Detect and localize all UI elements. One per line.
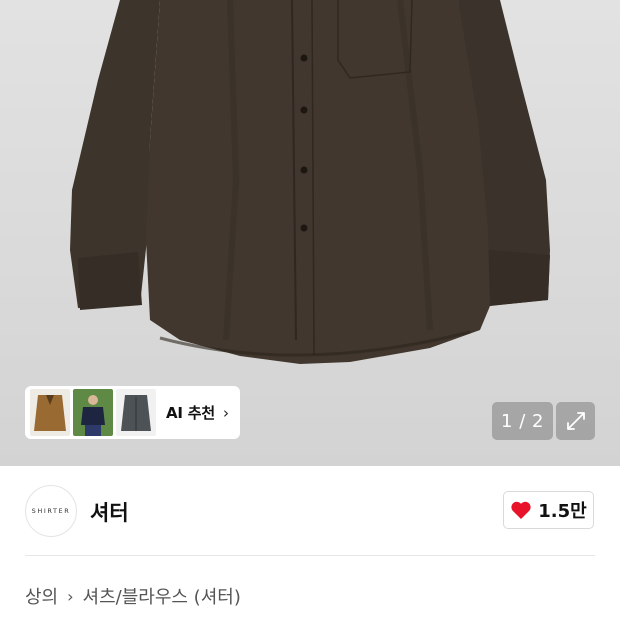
recommend-thumbnail-shirt[interactable] (116, 389, 156, 436)
like-count: 1.5만 (538, 501, 587, 522)
chevron-right-icon: › (67, 586, 74, 606)
brand-row: SHIRTER 셔터 1.5만 (0, 466, 620, 556)
brand-name[interactable]: 셔터 (90, 497, 129, 527)
heart-icon (511, 501, 531, 519)
like-button[interactable]: 1.5만 (503, 491, 594, 529)
recommend-thumbnail-model[interactable] (73, 389, 113, 436)
recommend-thumbnail-jacket[interactable] (30, 389, 70, 436)
chevron-right-icon: › (223, 403, 230, 422)
expand-button[interactable] (556, 402, 595, 440)
product-image-gallery[interactable]: AI 추천 › 1 / 2 (0, 0, 620, 466)
divider (25, 555, 595, 556)
breadcrumb-category[interactable]: 상의 (25, 583, 58, 609)
breadcrumb: 상의 › 셔츠/블라우스 (셔터) (25, 583, 241, 609)
breadcrumb-subcategory[interactable]: 셔츠/블라우스 (셔터) (83, 583, 241, 609)
ai-recommend-card[interactable]: AI 추천 › (25, 386, 240, 439)
ai-recommend-label: AI 추천 (166, 404, 216, 422)
brand-logo-text: SHIRTER (31, 507, 71, 515)
brand-logo[interactable]: SHIRTER (25, 485, 77, 537)
expand-icon (566, 412, 585, 430)
image-counter: 1 / 2 (492, 402, 553, 440)
